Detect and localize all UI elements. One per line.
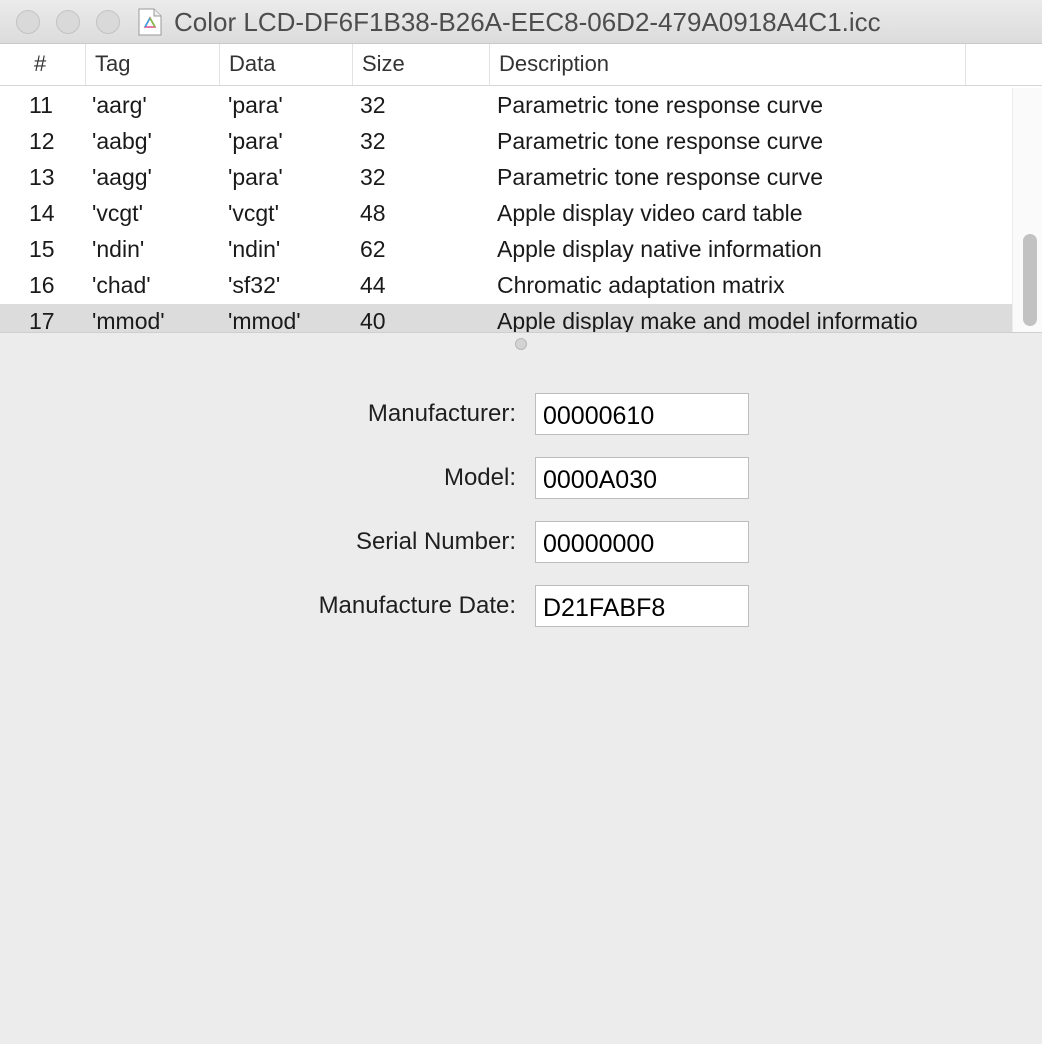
- cell-number: 15: [29, 236, 55, 262]
- serial-number-row: Serial Number:: [0, 521, 1042, 563]
- cell-data: 'sf32': [228, 272, 281, 298]
- table-row[interactable]: 11 'aarg' 'para' 32 Parametric tone resp…: [0, 88, 1012, 124]
- table-rows: 11 'aarg' 'para' 32 Parametric tone resp…: [0, 88, 1042, 332]
- zoom-window-button[interactable]: [96, 10, 120, 34]
- column-header-description[interactable]: Description: [490, 44, 966, 85]
- column-header-data[interactable]: Data: [220, 44, 353, 85]
- cell-description: Apple display video card table: [497, 200, 803, 226]
- title-bar[interactable]: Color LCD-DF6F1B38-B26A-EEC8-06D2-479A09…: [0, 0, 1042, 44]
- table-row[interactable]: 16 'chad' 'sf32' 44 Chromatic adaptation…: [0, 268, 1012, 304]
- column-header-number[interactable]: #: [0, 44, 86, 85]
- table-header: # Tag Data Size Description: [0, 44, 1042, 86]
- table-row[interactable]: 15 'ndin' 'ndin' 62 Apple display native…: [0, 232, 1012, 268]
- cell-tag: 'aabg': [92, 128, 152, 154]
- cell-data: 'mmod': [228, 308, 301, 332]
- cell-number: 12: [29, 128, 55, 154]
- cell-tag: 'chad': [92, 272, 151, 298]
- close-window-button[interactable]: [16, 10, 40, 34]
- cell-size: 48: [360, 200, 386, 226]
- cell-data: 'para': [228, 92, 283, 118]
- cell-size: 32: [360, 92, 386, 118]
- manufacturer-label: Manufacturer:: [367, 400, 516, 427]
- model-field[interactable]: [535, 457, 749, 499]
- cell-number: 13: [29, 164, 55, 190]
- tag-table[interactable]: # Tag Data Size Description 11 'aarg' 'p…: [0, 44, 1042, 332]
- manufacturer-field[interactable]: [535, 393, 749, 435]
- cell-tag: 'ndin': [92, 236, 145, 262]
- cell-description: Chromatic adaptation matrix: [497, 272, 785, 298]
- scrollbar-thumb[interactable]: [1023, 234, 1037, 326]
- cell-tag: 'vcgt': [92, 200, 143, 226]
- cell-data: 'vcgt': [228, 200, 279, 226]
- table-row[interactable]: 14 'vcgt' 'vcgt' 48 Apple display video …: [0, 196, 1012, 232]
- cell-tag: 'mmod': [92, 308, 165, 332]
- cell-size: 32: [360, 128, 386, 154]
- table-vertical-scrollbar[interactable]: [1012, 88, 1042, 332]
- window-title: Color LCD-DF6F1B38-B26A-EEC8-06D2-479A09…: [174, 7, 881, 37]
- cell-number: 14: [29, 200, 55, 226]
- model-label: Model:: [443, 464, 516, 491]
- split-view-divider[interactable]: [0, 332, 1042, 354]
- profile-window: Color LCD-DF6F1B38-B26A-EEC8-06D2-479A09…: [0, 0, 1042, 1044]
- cell-tag: 'aarg': [92, 92, 147, 118]
- icc-profile-file-icon[interactable]: [138, 8, 162, 36]
- cell-size: 40: [360, 308, 386, 332]
- cell-size: 62: [360, 236, 386, 262]
- cell-description: Apple display make and model informatio: [497, 308, 918, 332]
- cell-description: Apple display native information: [497, 236, 822, 262]
- cell-number: 11: [29, 92, 53, 118]
- cell-number: 16: [29, 272, 55, 298]
- model-row: Model:: [0, 457, 1042, 499]
- cell-data: 'para': [228, 164, 283, 190]
- column-header-tag[interactable]: Tag: [86, 44, 220, 85]
- cell-description: Parametric tone response curve: [497, 92, 823, 118]
- table-row[interactable]: 13 'aagg' 'para' 32 Parametric tone resp…: [0, 160, 1012, 196]
- cell-data: 'para': [228, 128, 283, 154]
- cell-tag: 'aagg': [92, 164, 152, 190]
- cell-size: 44: [360, 272, 386, 298]
- serial-number-field[interactable]: [535, 521, 749, 563]
- table-row[interactable]: 12 'aabg' 'para' 32 Parametric tone resp…: [0, 124, 1012, 160]
- table-row-selected[interactable]: 17 'mmod' 'mmod' 40 Apple display make a…: [0, 304, 1042, 332]
- manufacture-date-row: Manufacture Date:: [0, 585, 1042, 627]
- cell-description: Parametric tone response curve: [497, 128, 823, 154]
- serial-number-label: Serial Number:: [355, 528, 516, 555]
- divider-handle-icon[interactable]: [515, 338, 527, 350]
- cell-number: 17: [29, 308, 55, 332]
- manufacture-date-field[interactable]: [535, 585, 749, 627]
- cell-size: 32: [360, 164, 386, 190]
- cell-description: Parametric tone response curve: [497, 164, 823, 190]
- minimize-window-button[interactable]: [56, 10, 80, 34]
- cell-data: 'ndin': [228, 236, 281, 262]
- manufacturer-row: Manufacturer:: [0, 393, 1042, 435]
- manufacture-date-label: Manufacture Date:: [318, 592, 516, 619]
- column-header-size[interactable]: Size: [353, 44, 490, 85]
